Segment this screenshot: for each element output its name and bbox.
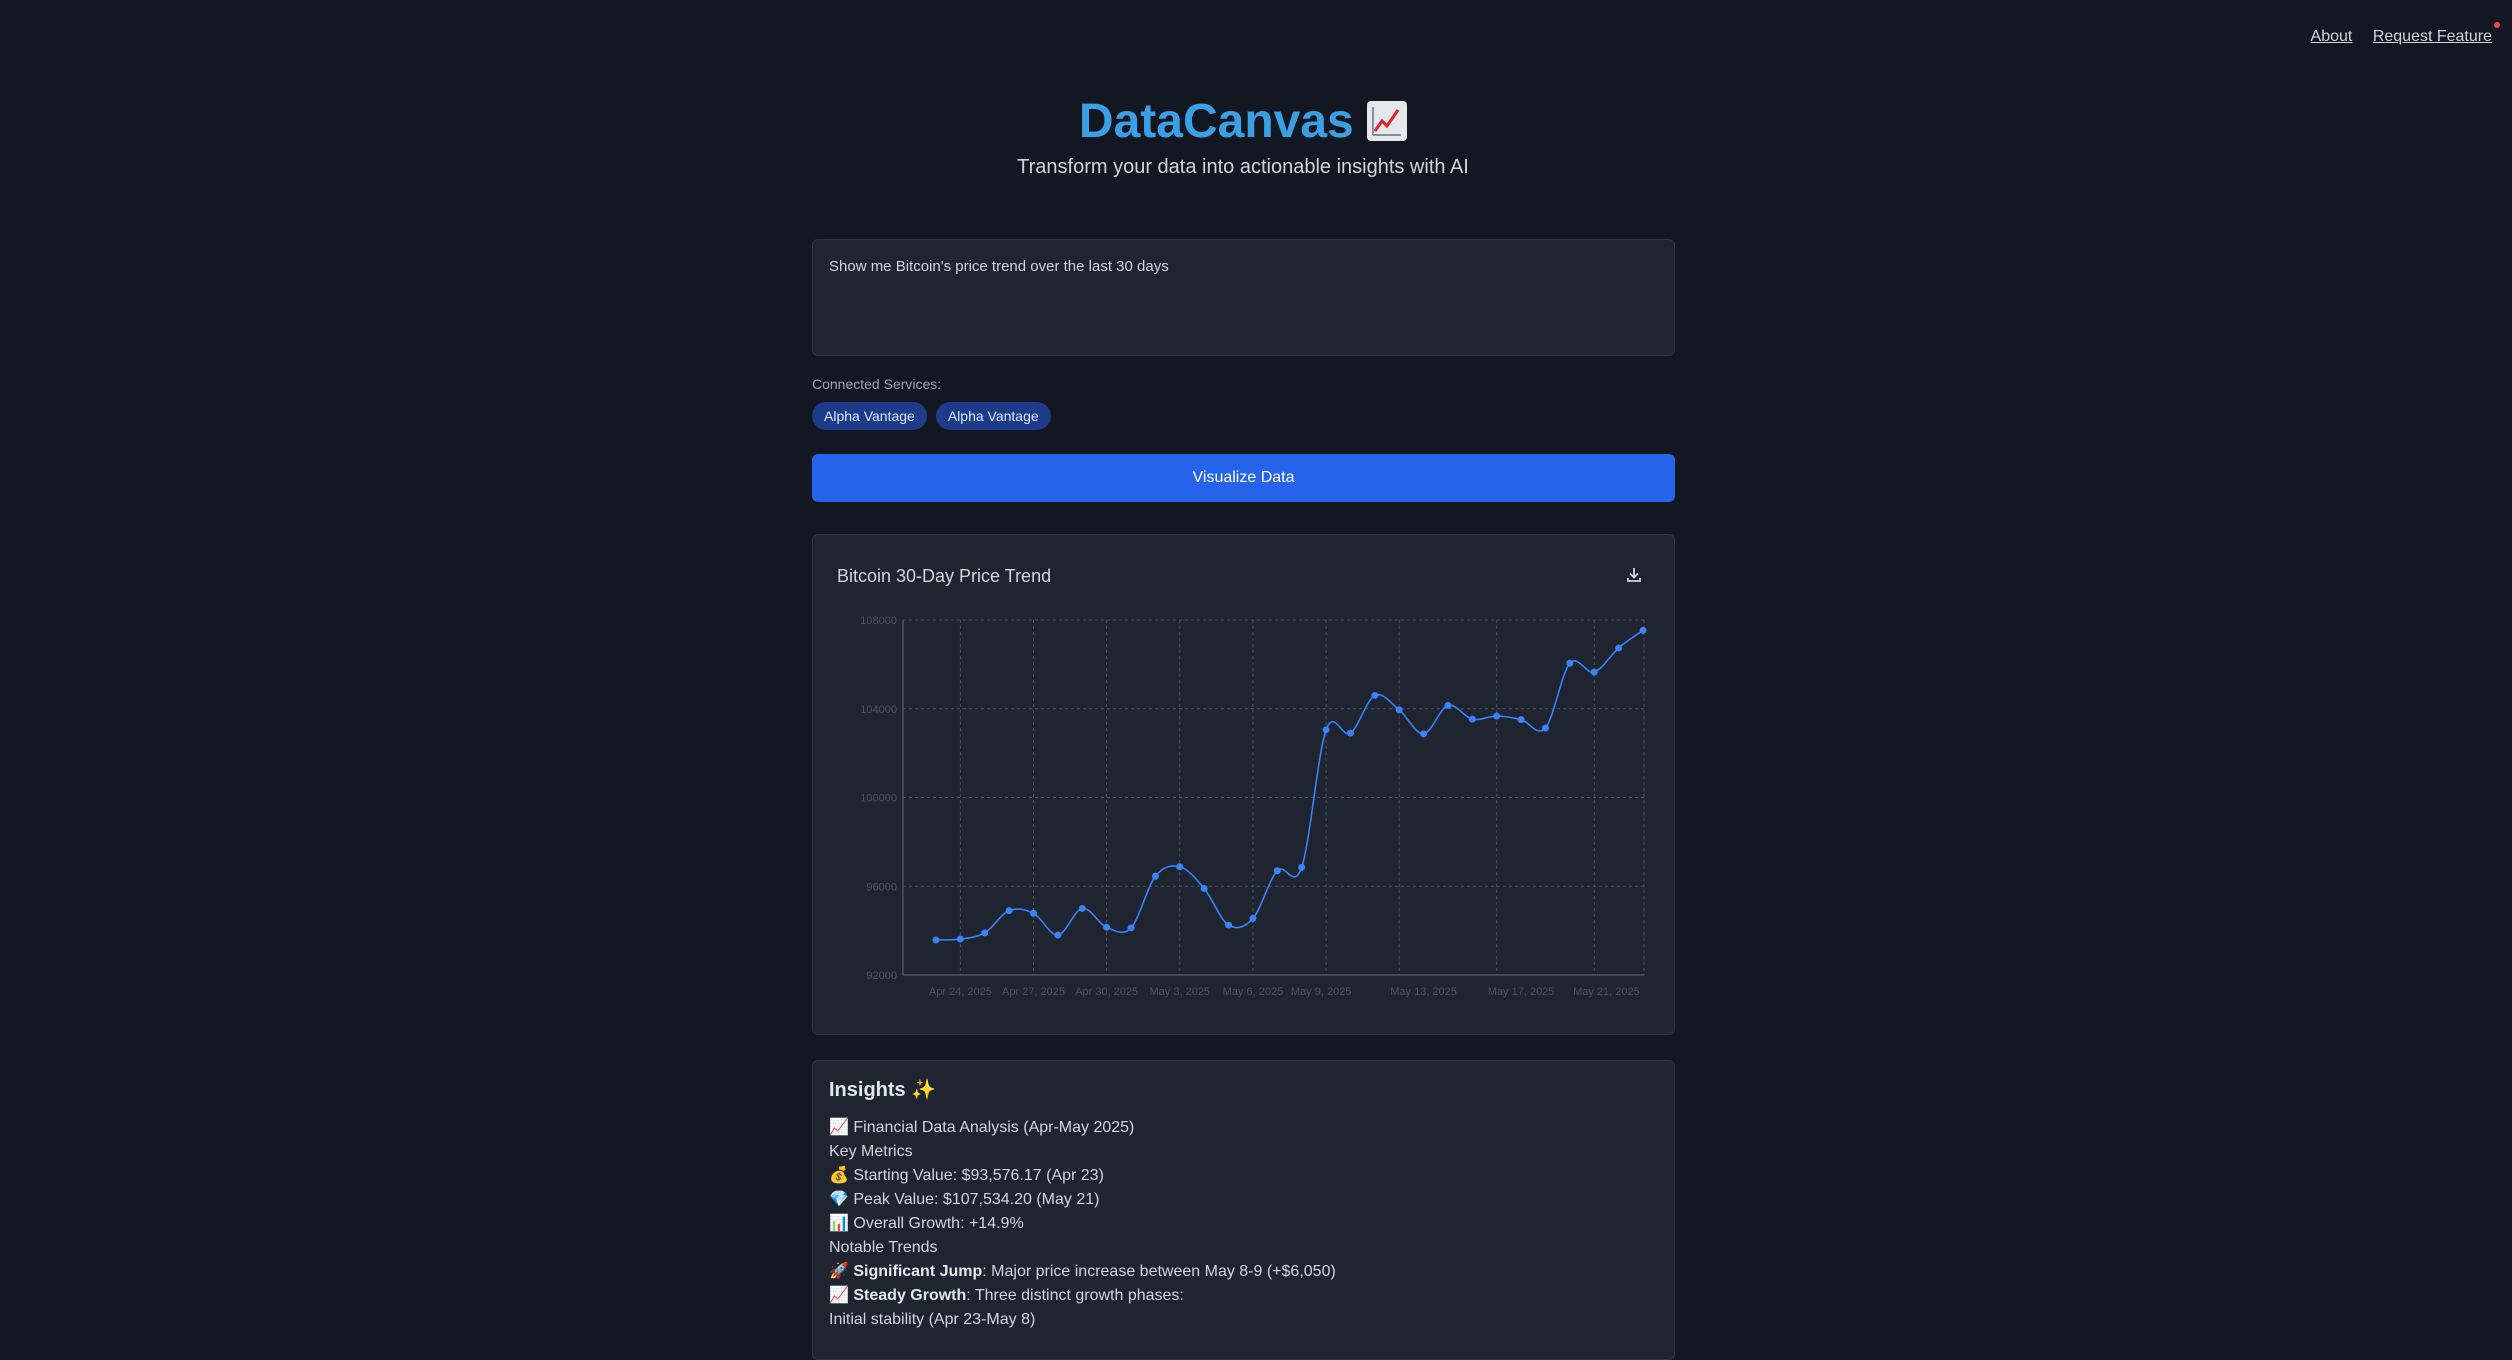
about-link[interactable]: About (2311, 28, 2353, 45)
gem-icon: 💎 (829, 1191, 849, 1208)
data-point (1225, 921, 1233, 929)
steady-trend: 📈 Steady Growth: Three distinct growth p… (829, 1284, 1658, 1308)
peak-value-text: Peak Value: $107,534.20 (May 21) (853, 1191, 1100, 1208)
data-point (1615, 644, 1623, 652)
data-point (1249, 914, 1257, 922)
data-point (1127, 924, 1135, 932)
data-point (1273, 867, 1281, 875)
jump-label: Significant Jump (853, 1263, 983, 1280)
data-point (1590, 668, 1598, 676)
data-point (956, 935, 964, 943)
service-chips: Alpha Vantage Alpha Vantage (812, 402, 1675, 430)
chart-increasing-icon (1367, 101, 1408, 141)
data-point (1005, 907, 1013, 915)
x-tick-label: May 6, 2025 (1223, 986, 1284, 998)
service-chip[interactable]: Alpha Vantage (812, 402, 927, 430)
data-point (1566, 659, 1574, 667)
insights-panel: Insights ✨ 📈 Financial Data Analysis (Ap… (812, 1060, 1675, 1360)
visualize-button[interactable]: Visualize Data (812, 454, 1675, 502)
insights-heading: Insights ✨ (829, 1077, 1658, 1102)
rocket-icon: 🚀 (829, 1263, 849, 1280)
data-point (1078, 904, 1086, 912)
data-point (1468, 715, 1476, 723)
hero: DataCanvas Transform your data into acti… (0, 92, 2486, 179)
x-tick-label: May 21, 2025 (1573, 986, 1640, 998)
app-title-text: DataCanvas (1078, 95, 1354, 148)
service-chip[interactable]: Alpha Vantage (935, 402, 1051, 430)
top-nav: About Request Feature (2295, 22, 2500, 46)
overall-growth-text: Overall Growth: +14.9% (853, 1215, 1024, 1232)
peak-value: 💎 Peak Value: $107,534.20 (May 21) (829, 1188, 1658, 1212)
data-point (1444, 701, 1452, 709)
x-tick-label: May 3, 2025 (1150, 986, 1211, 998)
x-tick-label: Apr 27, 2025 (1002, 986, 1065, 998)
data-point (932, 936, 940, 944)
overall-growth: 📊 Overall Growth: +14.9% (829, 1212, 1658, 1236)
data-point (1420, 730, 1428, 738)
data-point (1517, 716, 1525, 724)
app-title: DataCanvas (0, 92, 2486, 152)
x-tick-label: Apr 24, 2025 (929, 986, 992, 998)
y-tick-label: 96000 (866, 881, 897, 893)
key-metrics-heading: Key Metrics (829, 1143, 913, 1160)
data-point (1054, 931, 1062, 939)
money-bag-icon: 💰 (829, 1167, 849, 1184)
x-tick-label: May 9, 2025 (1291, 986, 1352, 998)
insight-title: 📈 Financial Data Analysis (Apr-May 2025) (829, 1116, 1658, 1140)
data-point (1030, 909, 1038, 917)
price-line-chart: 92000 96000 100000 104000 108000 Apr 24, 2025… (860, 615, 1647, 998)
x-tick-label: May 13, 2025 (1390, 986, 1457, 998)
x-tick-label: Apr 30, 2025 (1075, 986, 1138, 998)
starting-value: 💰 Starting Value: $93,576.17 (Apr 23) (829, 1164, 1658, 1188)
y-tick-label: 100000 (860, 793, 897, 805)
data-point (1371, 691, 1379, 699)
data-point (1151, 872, 1159, 880)
data-point (1176, 863, 1184, 871)
data-point (981, 929, 989, 937)
jump-trend: 🚀 Significant Jump: Major price increase… (829, 1260, 1658, 1284)
data-point (1493, 712, 1501, 720)
data-point (1395, 706, 1403, 714)
steady-label: Steady Growth (853, 1287, 967, 1304)
app-subtitle: Transform your data into actionable insi… (1017, 156, 1469, 178)
jump-text: : Major price increase between May 8-9 (… (982, 1263, 1336, 1280)
starting-value-text: Starting Value: $93,576.17 (Apr 23) (853, 1167, 1104, 1184)
connected-services-label: Connected Services: (812, 376, 942, 392)
phase-item: Initial stability (Apr 23-May 8) (829, 1311, 1036, 1328)
y-tick-label: 108000 (860, 615, 897, 627)
data-point (1103, 923, 1111, 931)
steady-text: : Three distinct growth phases: (966, 1287, 1184, 1304)
data-point (1298, 863, 1306, 871)
x-tick-label: May 17, 2025 (1488, 986, 1555, 998)
notification-dot (2494, 22, 2500, 28)
data-point (1346, 729, 1354, 737)
series-line (935, 629, 1644, 941)
y-tick-label: 92000 (866, 970, 897, 982)
prompt-textarea[interactable]: Show me Bitcoin's price trend over the l… (812, 239, 1675, 356)
notable-trends-heading: Notable Trends (829, 1239, 938, 1256)
y-tick-label: 104000 (860, 704, 897, 716)
chart-up-icon: 📈 (829, 1287, 849, 1304)
data-point (1541, 724, 1549, 732)
bar-chart-icon: 📊 (829, 1215, 849, 1232)
sparkles-icon: ✨ (911, 1079, 937, 1101)
insight-title-text: Financial Data Analysis (Apr-May 2025) (853, 1119, 1135, 1136)
data-point (1322, 726, 1330, 734)
request-feature-link[interactable]: Request Feature (2373, 28, 2492, 45)
insights-heading-text: Insights (829, 1079, 906, 1101)
data-point (1639, 626, 1647, 634)
chart-card: Bitcoin 30-Day Price Trend 92000 96000 100… (812, 534, 1675, 1035)
data-point (1200, 884, 1208, 892)
chart-up-icon: 📈 (829, 1119, 849, 1136)
